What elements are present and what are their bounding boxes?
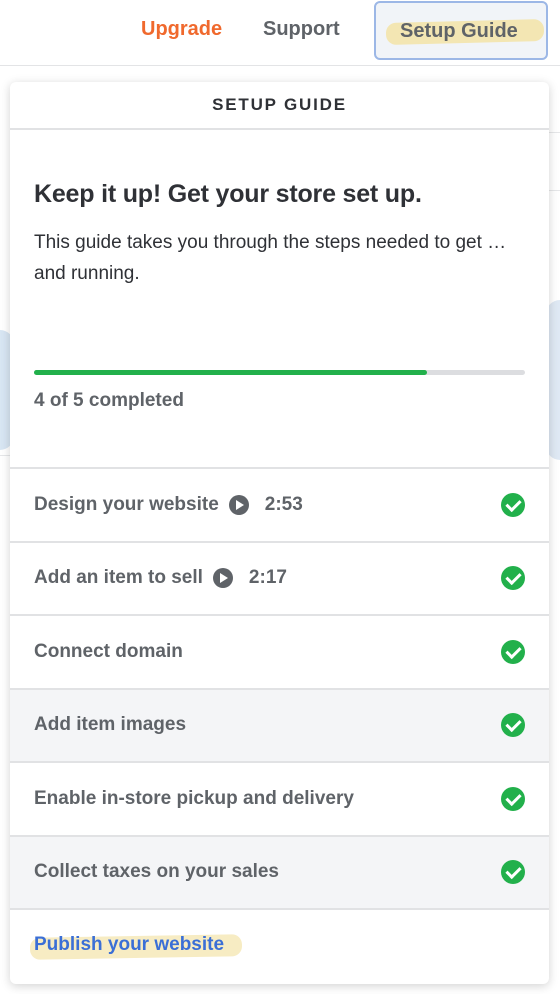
step-add-item-images[interactable]: Add item images xyxy=(10,689,549,763)
step-label: Add item images xyxy=(34,714,187,736)
check-icon xyxy=(501,786,525,811)
publish-row: Publish your website xyxy=(10,910,549,980)
check-icon xyxy=(501,860,525,885)
step-label: Enable in-store pickup and delivery xyxy=(34,787,354,809)
check-icon xyxy=(501,639,525,664)
panel-title: SETUP GUIDE xyxy=(212,95,347,114)
setup-guide-panel: SETUP GUIDE Keep it up! Get your store s… xyxy=(10,82,549,984)
setup-guide-button[interactable]: Setup Guide xyxy=(374,1,548,60)
progress-bar xyxy=(34,370,525,375)
setup-guide-label: Setup Guide xyxy=(400,20,518,42)
video-duration: 2:53 xyxy=(264,493,303,515)
step-label: Add an item to sell xyxy=(34,567,203,589)
progress-fill xyxy=(34,370,427,375)
check-icon xyxy=(501,492,525,517)
step-pickup-delivery[interactable]: Enable in-store pickup and delivery xyxy=(10,763,549,837)
steps-list: Design your website 2:53 Add an item to … xyxy=(10,467,549,980)
check-icon xyxy=(501,713,525,738)
top-navigation: Upgrade Support Setup Guide xyxy=(0,0,560,66)
publish-website-link[interactable]: Publish your website xyxy=(34,934,224,956)
step-label: Design your website xyxy=(34,493,219,515)
step-connect-domain[interactable]: Connect domain xyxy=(10,616,549,690)
step-add-item[interactable]: Add an item to sell 2:17 xyxy=(10,542,549,616)
check-icon xyxy=(501,566,525,591)
play-icon[interactable] xyxy=(228,494,249,515)
intro-section: Keep it up! Get your store set up. This … xyxy=(34,180,529,289)
step-collect-taxes[interactable]: Collect taxes on your sales xyxy=(10,836,549,910)
guide-heading: Keep it up! Get your store set up. xyxy=(34,180,422,208)
step-label: Collect taxes on your sales xyxy=(34,861,279,883)
step-label: Connect domain xyxy=(34,640,183,662)
support-link[interactable]: Support xyxy=(263,18,340,41)
video-duration: 2:17 xyxy=(248,567,287,589)
upgrade-link[interactable]: Upgrade xyxy=(141,18,222,41)
play-icon[interactable] xyxy=(212,568,233,589)
progress-label: 4 of 5 completed xyxy=(34,390,184,411)
guide-description: This guide takes you through the steps n… xyxy=(34,232,507,284)
step-design-website[interactable]: Design your website 2:53 xyxy=(10,469,549,543)
panel-header: SETUP GUIDE xyxy=(10,82,549,130)
